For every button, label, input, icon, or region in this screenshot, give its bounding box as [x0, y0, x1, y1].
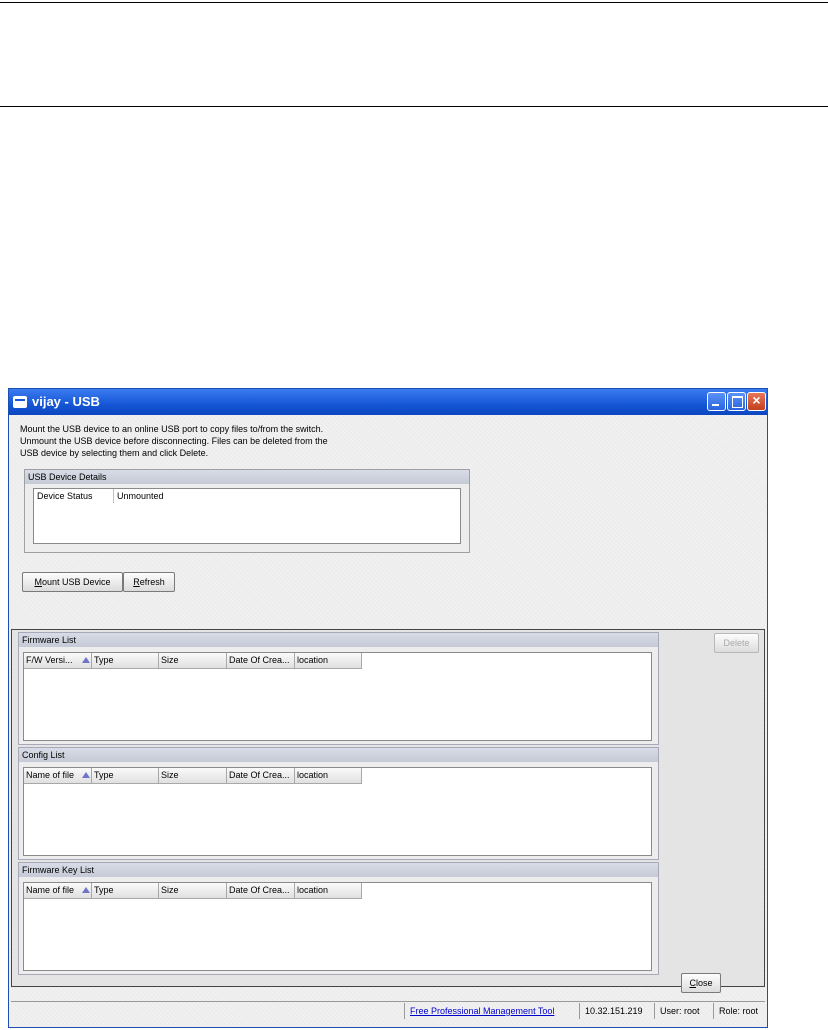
close-label: lose: [695, 978, 713, 988]
usb-dialog-window: vijay - USB × Mount the USB device to an…: [8, 388, 768, 1028]
minimize-button[interactable]: [707, 392, 726, 411]
status-bar: Free Professional Management Tool 10.32.…: [11, 1001, 765, 1022]
usb-device-details-header: USB Device Details: [25, 470, 469, 484]
config-list-panel: Config List Name of file Type Size Date …: [18, 747, 659, 860]
title-bar[interactable]: vijay - USB ×: [9, 389, 767, 415]
close-button[interactable]: Close: [681, 973, 721, 993]
top-rule: [0, 2, 828, 3]
column-type[interactable]: Type: [92, 768, 159, 783]
management-tool-link[interactable]: Free Professional Management Tool: [410, 1006, 554, 1016]
mount-usb-device-button[interactable]: Mount USB Device: [22, 572, 123, 592]
minimize-icon: [712, 404, 719, 406]
window-title: vijay - USB: [32, 394, 100, 409]
firmware-list-table[interactable]: F/W Versi... Type Size Date Of Crea... l…: [23, 652, 652, 741]
dialog-content: Mount the USB device to an online USB po…: [9, 415, 767, 1027]
refresh-label: efresh: [139, 577, 165, 587]
firmware-list-header: Firmware List: [19, 633, 658, 647]
mount-mnemonic: M: [34, 577, 42, 587]
firmware-list-panel: Firmware List F/W Versi... Type Size Dat…: [18, 632, 659, 745]
sort-ascending-icon: [82, 772, 90, 778]
firmware-list-column-headers: F/W Versi... Type Size Date Of Crea... l…: [24, 653, 362, 669]
column-date-of-creation[interactable]: Date Of Crea...: [227, 768, 295, 783]
firmware-key-list-column-headers: Name of file Type Size Date Of Crea... l…: [24, 883, 362, 899]
column-location[interactable]: location: [295, 768, 362, 783]
firmware-key-list-header: Firmware Key List: [19, 863, 658, 877]
refresh-button[interactable]: Refresh: [123, 572, 175, 592]
description-text: Mount the USB device to an online USB po…: [20, 423, 380, 459]
sort-ascending-icon: [82, 887, 90, 893]
bottom-rule: [0, 106, 828, 107]
description-line: Unmount the USB device before disconnect…: [20, 436, 328, 446]
maximize-button[interactable]: [727, 392, 746, 411]
column-location[interactable]: location: [295, 653, 362, 668]
column-size[interactable]: Size: [159, 653, 227, 668]
maximize-icon: [732, 396, 743, 408]
column-type[interactable]: Type: [92, 653, 159, 668]
close-window-button[interactable]: ×: [747, 392, 766, 411]
config-list-table[interactable]: Name of file Type Size Date Of Crea... l…: [23, 767, 652, 856]
config-list-header: Config List: [19, 748, 658, 762]
column-location[interactable]: location: [295, 883, 362, 898]
mount-label: ount USB Device: [41, 577, 111, 587]
device-status-label: Device Status: [34, 489, 114, 503]
column-type[interactable]: Type: [92, 883, 159, 898]
firmware-key-list-panel: Firmware Key List Name of file Type Size…: [18, 862, 659, 975]
config-list-column-headers: Name of file Type Size Date Of Crea... l…: [24, 768, 362, 784]
column-size[interactable]: Size: [159, 883, 227, 898]
ip-address: 10.32.151.219: [579, 1003, 648, 1019]
device-status-value: Unmounted: [117, 491, 164, 501]
management-tool-link-segment: Free Professional Management Tool: [404, 1003, 559, 1019]
role-label: Role: root: [713, 1003, 763, 1019]
column-size[interactable]: Size: [159, 768, 227, 783]
column-date-of-creation[interactable]: Date Of Crea...: [227, 653, 295, 668]
description-line: USB device by selecting them and click D…: [20, 448, 209, 458]
description-line: Mount the USB device to an online USB po…: [20, 424, 324, 434]
close-icon: ×: [752, 392, 761, 408]
delete-button[interactable]: Delete: [714, 633, 759, 653]
sort-ascending-icon: [82, 657, 90, 663]
firmware-key-list-table[interactable]: Name of file Type Size Date Of Crea... l…: [23, 882, 652, 971]
file-lists-area: Delete Firmware List F/W Versi... Type S…: [11, 629, 765, 987]
usb-device-details-table: Device Status Unmounted: [33, 488, 461, 544]
user-label: User: root: [654, 1003, 705, 1019]
usb-device-details-panel: USB Device Details Device Status Unmount…: [24, 469, 470, 553]
window-menu-icon[interactable]: [13, 396, 27, 408]
column-date-of-creation[interactable]: Date Of Crea...: [227, 883, 295, 898]
